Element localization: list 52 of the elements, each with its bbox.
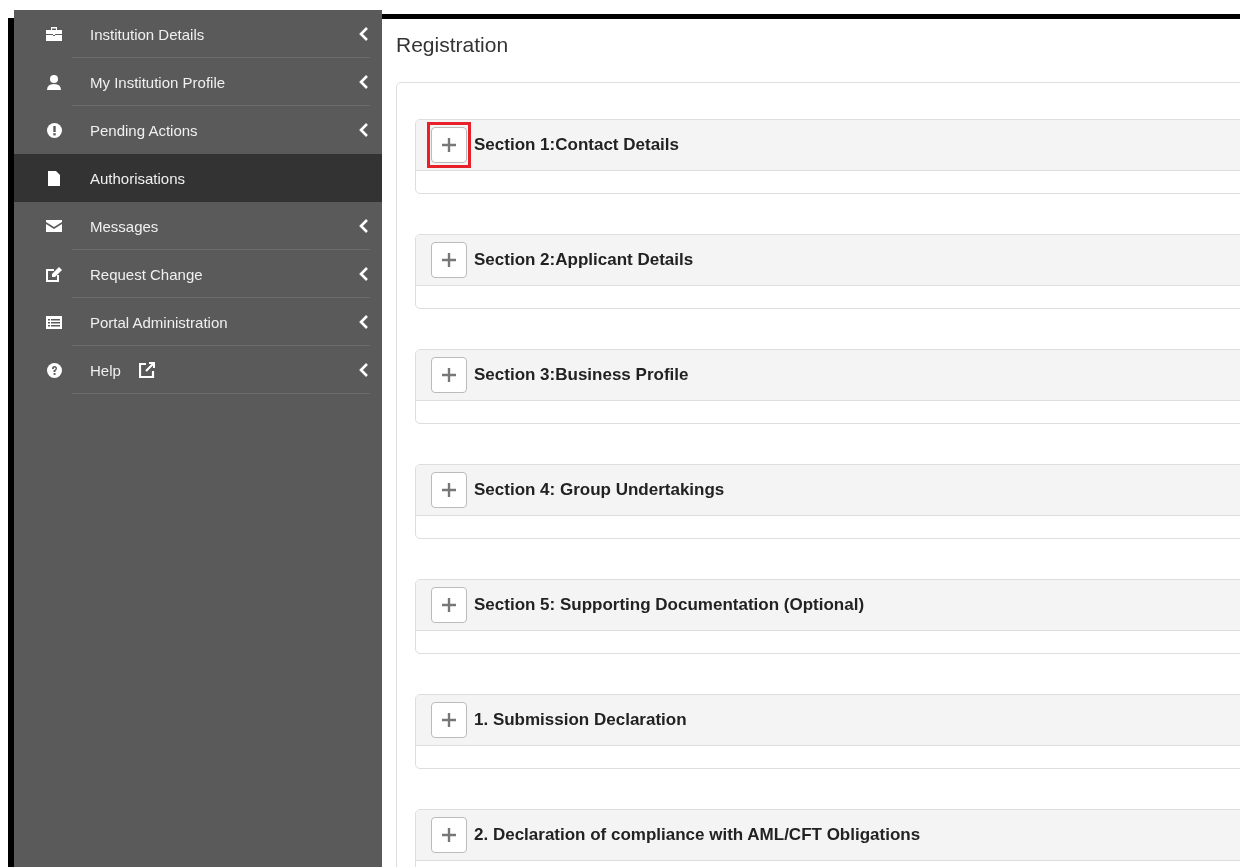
sidebar-item-label: Request Change bbox=[90, 265, 203, 283]
page-title: Registration bbox=[396, 32, 510, 58]
expand-button[interactable] bbox=[431, 817, 467, 853]
plus-icon bbox=[441, 597, 457, 613]
expand-button[interactable] bbox=[431, 702, 467, 738]
help-icon bbox=[46, 362, 62, 378]
section-title[interactable]: Section 5: Supporting Documentation (Optional) bbox=[474, 595, 865, 615]
chevron-left-icon bbox=[359, 315, 368, 329]
plus-icon bbox=[441, 252, 457, 268]
chevron-left-icon bbox=[359, 123, 368, 137]
edit-icon bbox=[46, 266, 62, 282]
briefcase-icon bbox=[46, 27, 62, 41]
section-title[interactable]: Section 4: Group Undertakings bbox=[474, 480, 725, 500]
expand-button[interactable] bbox=[431, 357, 467, 393]
sidebar-item[interactable]: Request Change bbox=[14, 250, 382, 298]
plus-icon bbox=[441, 712, 457, 728]
sidebar-item[interactable]: Portal Administration bbox=[14, 298, 382, 346]
plus-icon bbox=[441, 137, 457, 153]
list-icon bbox=[46, 315, 62, 329]
sidebar-item-label: Portal Administration bbox=[90, 313, 228, 331]
sidebar-item[interactable]: Authorisations bbox=[14, 154, 382, 202]
sidebar-item[interactable]: Help bbox=[14, 346, 382, 394]
chevron-left-icon bbox=[359, 267, 368, 281]
chevron-left-icon bbox=[359, 75, 368, 89]
section-title[interactable]: 1. Submission Declaration bbox=[474, 710, 687, 730]
sidebar-item-label: My Institution Profile bbox=[90, 73, 226, 91]
file-icon bbox=[48, 170, 60, 186]
external-link-icon bbox=[138, 362, 155, 378]
sidebar-item-label: Authorisations bbox=[90, 169, 186, 187]
expand-button[interactable] bbox=[431, 472, 467, 508]
sidebar-item[interactable]: Messages bbox=[14, 202, 382, 250]
plus-icon bbox=[441, 482, 457, 498]
user-icon bbox=[47, 74, 61, 90]
sidebar-item-label: Pending Actions bbox=[90, 121, 198, 139]
sidebar-item[interactable]: Institution Details bbox=[14, 10, 382, 58]
sidebar-item[interactable]: Pending Actions bbox=[14, 106, 382, 154]
plus-icon bbox=[441, 367, 457, 383]
expand-button[interactable] bbox=[431, 242, 467, 278]
expand-button[interactable] bbox=[431, 587, 467, 623]
section-title[interactable]: Section 1:Contact Details bbox=[474, 135, 679, 155]
chevron-left-icon bbox=[359, 363, 368, 377]
chevron-left-icon bbox=[359, 27, 368, 41]
section-title[interactable]: Section 3:Business Profile bbox=[474, 365, 689, 385]
exclamation-icon bbox=[46, 122, 62, 138]
section-title[interactable]: Section 2:Applicant Details bbox=[474, 250, 694, 270]
envelope-icon bbox=[46, 220, 62, 232]
sidebar-item-label: Institution Details bbox=[90, 25, 205, 43]
sidebar-item-label: Help bbox=[90, 361, 121, 379]
chevron-left-icon bbox=[359, 219, 368, 233]
sidebar-item-label: Messages bbox=[90, 217, 159, 235]
plus-icon bbox=[441, 827, 457, 843]
sidebar-item[interactable]: My Institution Profile bbox=[14, 58, 382, 106]
